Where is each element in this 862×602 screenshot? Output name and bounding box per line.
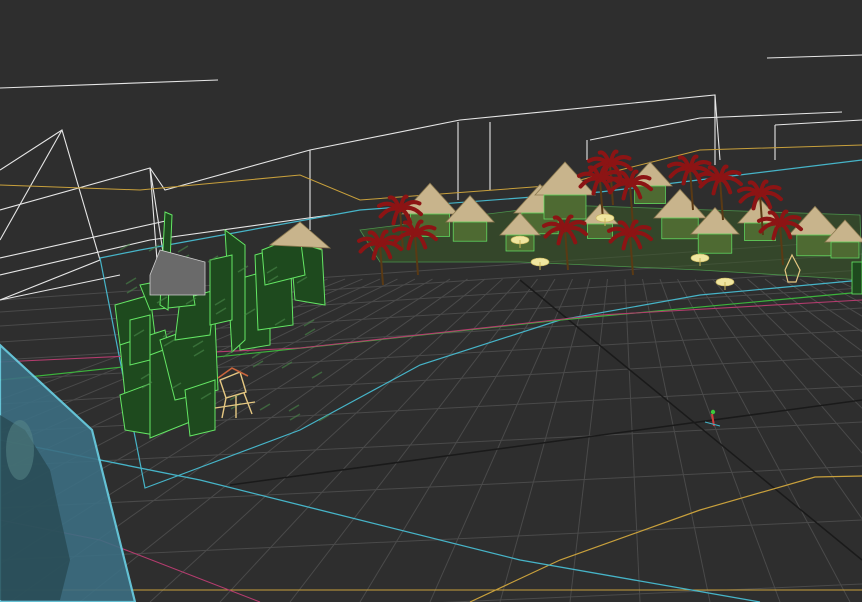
gold-spline	[469, 475, 862, 602]
helper-figure[interactable]	[704, 409, 721, 427]
grid-line	[569, 279, 608, 602]
leaf-streak	[289, 413, 301, 421]
tropical-village[interactable]	[277, 149, 862, 295]
wire-edge	[0, 79, 219, 89]
grid-line	[429, 278, 573, 602]
grid-line	[747, 278, 862, 377]
leaf-streak	[125, 277, 137, 285]
wire-edge	[0, 219, 171, 259]
wire-edge	[774, 119, 862, 126]
hut-wall	[830, 241, 860, 259]
leaf-streak	[311, 371, 323, 379]
edge-plant	[851, 261, 862, 295]
hut-wall	[661, 217, 699, 240]
perspective-viewport[interactable]	[0, 0, 862, 602]
glass-highlight	[6, 420, 34, 480]
grid-line	[359, 278, 556, 602]
leaf-streak	[177, 245, 189, 253]
scene-canvas[interactable]	[0, 0, 862, 602]
grid-line	[642, 278, 711, 602]
glass-panel[interactable]	[0, 343, 137, 602]
leaf-streak	[288, 404, 300, 412]
wire-edge	[766, 54, 862, 59]
palm-frond	[711, 177, 722, 196]
wire-edge	[714, 94, 721, 161]
grid-line	[659, 278, 781, 602]
tower-leg	[221, 397, 227, 419]
foliage-panel	[209, 254, 233, 326]
rainforest-trees[interactable]	[114, 211, 332, 439]
palm-frond	[391, 207, 402, 226]
grid-line	[624, 279, 641, 602]
foliage-panel	[184, 379, 216, 437]
palm-frond	[591, 177, 602, 196]
wire-edge	[0, 94, 716, 211]
hut-wall	[543, 194, 587, 220]
foliage-panel	[129, 314, 151, 366]
hut-wall	[452, 221, 488, 242]
helper-head	[710, 409, 716, 415]
leaf-streak	[318, 414, 330, 422]
grid-line	[834, 278, 862, 294]
grid-line	[782, 278, 862, 333]
grid-axis-y	[519, 279, 862, 561]
forest-hut	[149, 249, 206, 296]
wire-edge	[0, 129, 101, 301]
grid-line	[729, 278, 862, 409]
grid-line	[712, 278, 862, 454]
leaf-streak	[259, 403, 271, 411]
hut-roof	[268, 221, 332, 249]
hut-wall	[796, 234, 834, 257]
grid-line	[677, 278, 851, 602]
grid-line	[0, 465, 862, 509]
grid-line	[0, 519, 862, 561]
palm-frond	[621, 182, 632, 201]
leaf-streak	[126, 286, 138, 294]
wire-edge	[589, 111, 843, 141]
hut-wall	[697, 233, 733, 254]
